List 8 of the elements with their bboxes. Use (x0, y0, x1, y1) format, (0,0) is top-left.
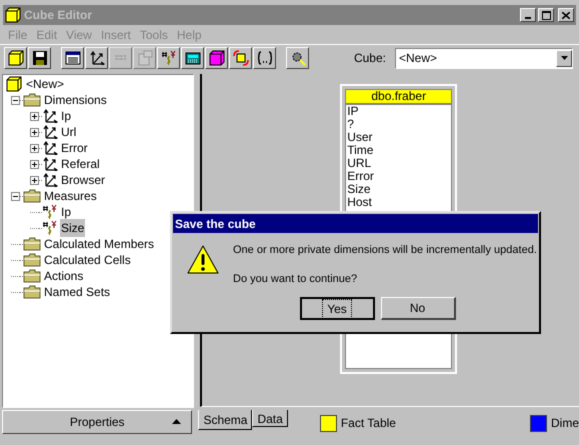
table-name: dbo.fraber (345, 89, 452, 104)
dialog-message: One or more private dimensions will be incrementally updated. (233, 243, 537, 258)
legend-label: Fact Table (340, 415, 396, 432)
dialog-question: Do you want to continue? (233, 272, 358, 286)
cube-label: Cube: (354, 50, 386, 67)
window-title: Cube Editor (24, 7, 92, 24)
dialog-title: Save the cube (175, 216, 256, 232)
legend-label: Dime (550, 415, 579, 432)
